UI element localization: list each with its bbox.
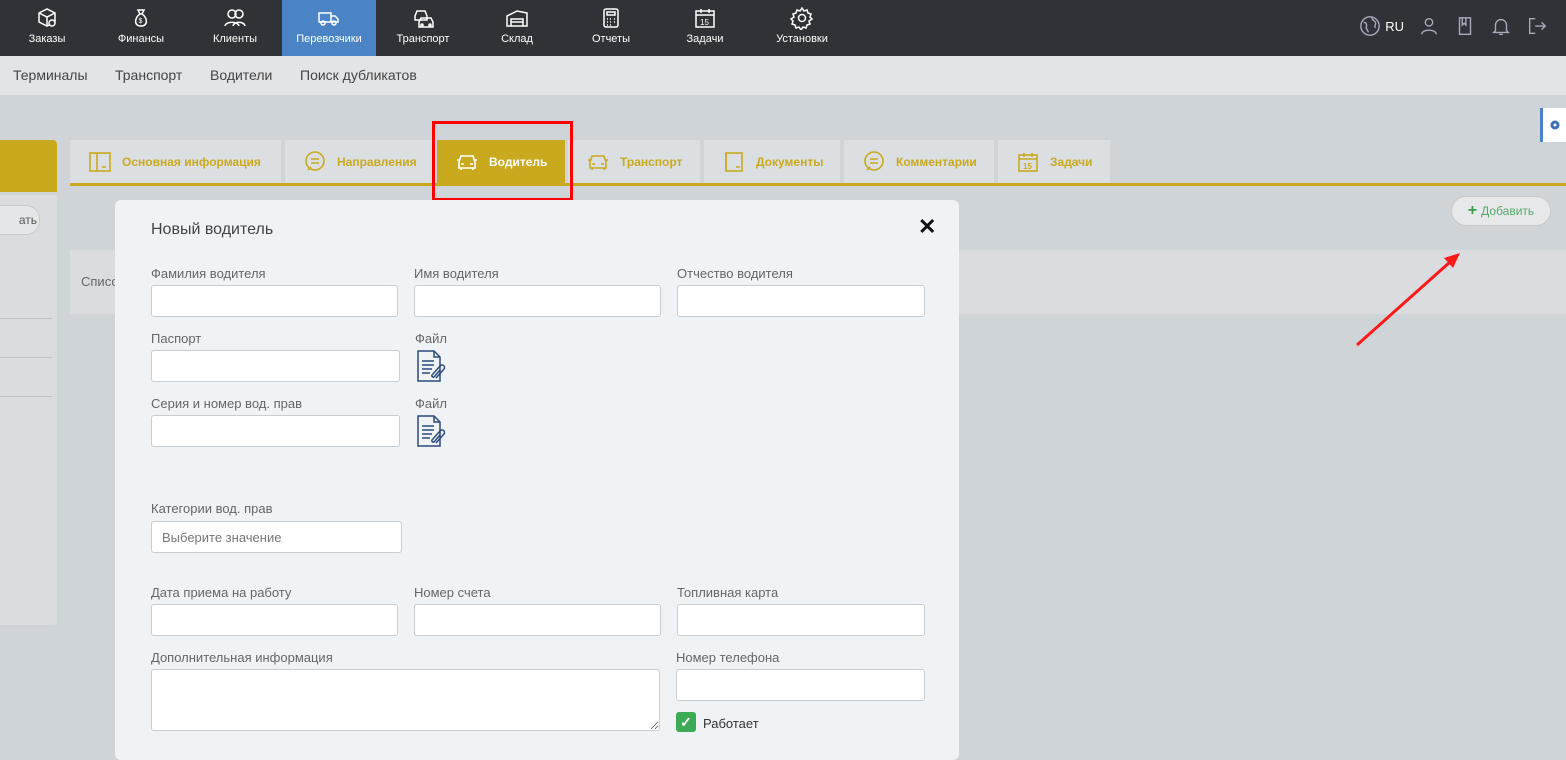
attachment-file-icon[interactable] [414, 349, 448, 383]
passport-label: Паспорт [151, 331, 202, 346]
new-driver-modal: Новый водитель ✕ Фамилия водителя Имя во… [115, 200, 959, 760]
account-field[interactable] [414, 604, 661, 636]
fuel-card-field[interactable] [677, 604, 925, 636]
patronymic-label: Отчество водителя [677, 266, 793, 281]
categories-select[interactable] [151, 521, 402, 553]
hire-date-field[interactable] [151, 604, 398, 636]
phone-field[interactable] [676, 669, 925, 701]
close-icon[interactable]: ✕ [918, 214, 936, 240]
passport-field[interactable] [151, 350, 400, 382]
hire-date-label: Дата приема на работу [151, 585, 292, 600]
fuel-card-label: Топливная карта [677, 585, 779, 600]
license-file-label: Файл [415, 396, 447, 411]
modal-title: Новый водитель [151, 221, 274, 238]
patronymic-field[interactable] [677, 285, 925, 317]
extra-info-label: Дополнительная информация [151, 650, 333, 665]
passport-file-label: Файл [415, 331, 447, 346]
license-field[interactable] [151, 415, 400, 447]
working-checkbox[interactable]: ✓ [676, 712, 696, 732]
extra-info-field[interactable] [151, 669, 660, 731]
license-label: Серия и номер вод. прав [151, 396, 302, 411]
first-name-field[interactable] [414, 285, 661, 317]
attachment-file-icon[interactable] [414, 414, 448, 448]
last-name-field[interactable] [151, 285, 398, 317]
categories-label: Категории вод. прав [151, 501, 273, 516]
account-label: Номер счета [414, 585, 491, 600]
last-name-label: Фамилия водителя [151, 266, 266, 281]
working-label: Работает [703, 716, 759, 731]
first-name-label: Имя водителя [414, 266, 499, 281]
phone-label: Номер телефона [676, 650, 780, 665]
